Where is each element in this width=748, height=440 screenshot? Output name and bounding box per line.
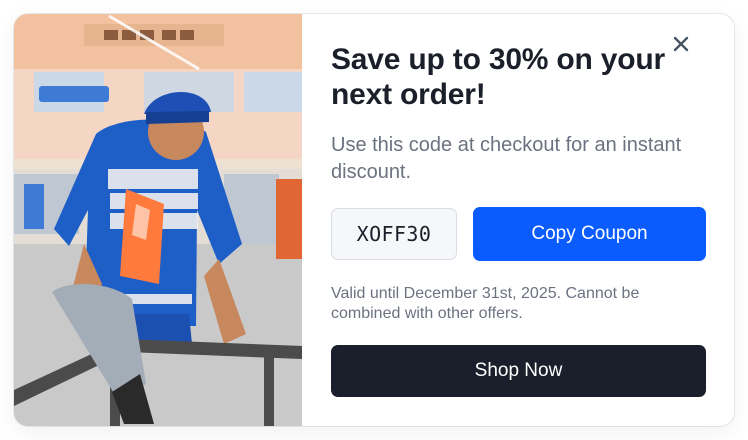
coupon-code-field: XOFF30 bbox=[331, 208, 457, 260]
promo-image bbox=[14, 14, 302, 426]
copy-coupon-button[interactable]: Copy Coupon bbox=[473, 207, 706, 261]
shop-now-button[interactable]: Shop Now bbox=[331, 345, 706, 397]
coupon-headline: Save up to 30% on your next order! bbox=[331, 43, 666, 111]
coupon-validity-note: Valid until December 31st, 2025. Cannot … bbox=[331, 285, 640, 322]
coupon-modal: Save up to 30% on your next order! Use t… bbox=[14, 14, 734, 426]
promo-photo bbox=[14, 14, 302, 426]
coupon-subtitle: Use this code at checkout for an instant… bbox=[331, 134, 682, 183]
coupon-content: Save up to 30% on your next order! Use t… bbox=[331, 14, 707, 426]
